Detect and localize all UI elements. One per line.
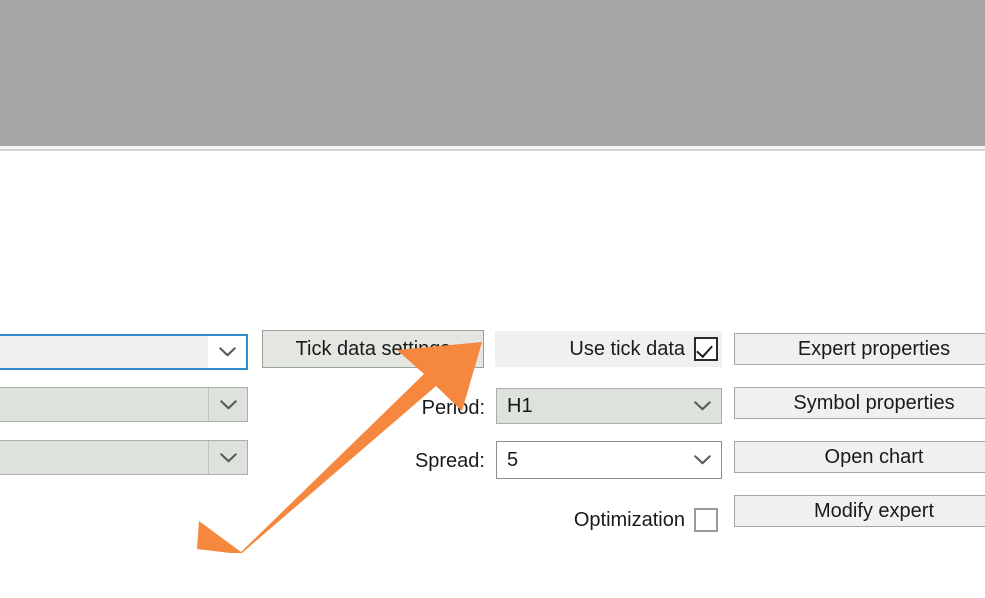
date-combobox[interactable] (0, 440, 248, 475)
symbol-properties-button[interactable]: Symbol properties (734, 387, 985, 419)
date-combobox-arrow[interactable] (208, 441, 247, 474)
tester-settings-panel: Tick data settings Use tick data Period:… (0, 156, 985, 598)
spread-combobox-value[interactable]: 5 (497, 449, 683, 472)
screenshot-root: Tick data settings Use tick data Period:… (0, 0, 985, 598)
period-combobox-arrow[interactable] (683, 389, 721, 423)
model-combobox-arrow[interactable] (208, 388, 247, 421)
expert-properties-button[interactable]: Expert properties (734, 333, 985, 365)
optimization-checkbox[interactable] (694, 508, 718, 532)
symbol-combobox[interactable] (0, 334, 248, 370)
optimization-label: Optimization (573, 508, 685, 531)
chevron-down-icon (219, 452, 237, 462)
chevron-down-icon (693, 455, 711, 465)
use-tick-data-row[interactable]: Use tick data (495, 331, 722, 367)
period-combobox[interactable]: H1 (496, 388, 722, 424)
modify-expert-button[interactable]: Modify expert (734, 495, 985, 527)
window-chrome-band (0, 0, 985, 146)
symbol-combobox-arrow[interactable] (208, 336, 246, 368)
use-tick-data-label: Use tick data (569, 337, 685, 360)
spread-combobox[interactable]: 5 (496, 441, 722, 479)
model-combobox[interactable] (0, 387, 248, 422)
spread-label: Spread: (414, 450, 485, 472)
period-label: Period: (421, 397, 485, 419)
spread-combobox-arrow[interactable] (683, 442, 721, 478)
period-combobox-value: H1 (507, 394, 533, 417)
symbol-combobox-value (0, 336, 208, 368)
optimization-row[interactable]: Optimization (495, 502, 722, 538)
chevron-down-icon (218, 347, 236, 357)
chevron-down-icon (693, 401, 711, 411)
tick-data-settings-button[interactable]: Tick data settings (262, 330, 484, 368)
chevron-down-icon (219, 399, 237, 409)
open-chart-button[interactable]: Open chart (734, 441, 985, 473)
use-tick-data-checkbox[interactable] (694, 337, 718, 361)
